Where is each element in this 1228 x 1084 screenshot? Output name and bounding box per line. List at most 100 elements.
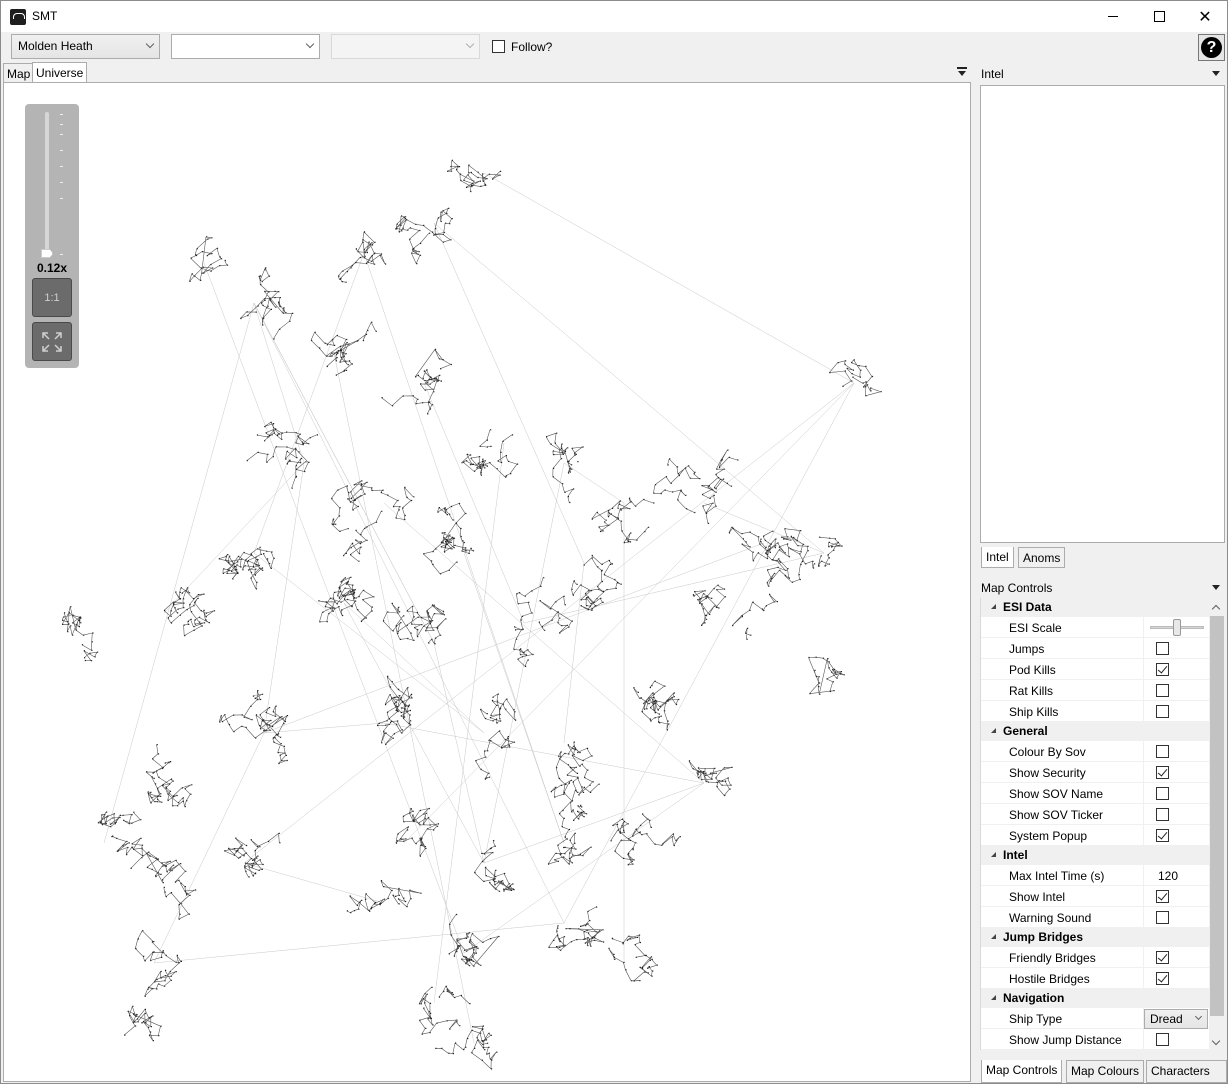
property-row: Colour By Sov <box>981 741 1209 762</box>
property-label: Rat Kills <box>1009 684 1054 698</box>
group-intel[interactable]: Intel <box>981 846 1209 865</box>
group-title: Intel <box>1003 848 1028 862</box>
property-grid-scrollbar[interactable] <box>1209 598 1225 1050</box>
app-window: SMT ✕ Molden Heath Follow? ? Map Univers… <box>0 0 1228 1084</box>
show-jump-distance-checkbox[interactable] <box>1156 1033 1169 1046</box>
universe-map-graph[interactable] <box>4 83 971 1082</box>
property-row: Ship Type Dread <box>981 1008 1209 1029</box>
minimize-button[interactable] <box>1090 1 1136 32</box>
hostile-bridges-checkbox[interactable] <box>1156 972 1169 985</box>
ship-type-select[interactable]: Dread <box>1144 1009 1208 1029</box>
constellation-select[interactable] <box>171 34 320 59</box>
intel-panel-header[interactable]: Intel <box>979 63 1226 85</box>
collapse-triangle-icon[interactable] <box>991 852 996 857</box>
group-title: Navigation <box>1003 991 1065 1005</box>
scroll-down-icon[interactable] <box>1211 1036 1221 1046</box>
zoom-slider-thumb[interactable] <box>41 249 53 258</box>
system-popup-checkbox[interactable] <box>1156 829 1169 842</box>
max-intel-time-input[interactable]: 120 <box>1158 869 1178 883</box>
chevron-down-icon <box>305 39 315 49</box>
universe-map[interactable] <box>3 82 971 1082</box>
system-links <box>61 160 881 1070</box>
group-navigation[interactable]: Navigation <box>981 989 1209 1008</box>
ship-type-value: Dread <box>1150 1012 1183 1026</box>
property-row: Max Intel Time (s) 120 <box>981 865 1209 886</box>
ship-kills-checkbox[interactable] <box>1156 705 1169 718</box>
close-button[interactable]: ✕ <box>1182 1 1228 32</box>
map-controls-header[interactable]: Map Controls <box>979 577 1226 599</box>
region-links <box>103 172 855 1044</box>
esi-scale-slider-thumb[interactable] <box>1173 619 1181 636</box>
maximize-button[interactable] <box>1136 1 1182 32</box>
zoom-one-to-one-button[interactable]: 1:1 <box>32 278 72 317</box>
show-intel-checkbox[interactable] <box>1156 890 1169 903</box>
collapse-triangle-icon[interactable] <box>991 995 996 1000</box>
property-row: ESI Scale <box>981 617 1209 638</box>
zoom-panel: 0.12x 1:1 <box>25 104 79 368</box>
tab-map[interactable]: Map <box>3 63 35 83</box>
group-jump-bridges[interactable]: Jump Bridges <box>981 928 1209 947</box>
property-row: Jumps <box>981 638 1209 659</box>
property-label: ESI Scale <box>1009 621 1062 635</box>
panel-splitter[interactable] <box>972 62 979 1083</box>
property-row: Show SOV Name <box>981 783 1209 804</box>
tab-universe[interactable]: Universe <box>32 62 88 83</box>
property-label: Max Intel Time (s) <box>1009 869 1105 883</box>
collapse-triangle-icon[interactable] <box>991 604 996 609</box>
map-controls-title: Map Controls <box>981 581 1053 595</box>
chevron-down-icon <box>145 39 155 49</box>
zoom-fit-button[interactable] <box>32 322 72 361</box>
property-label: Hostile Bridges <box>1009 972 1090 986</box>
toolbar: Molden Heath Follow? ? <box>1 32 1227 62</box>
jumps-checkbox[interactable] <box>1156 642 1169 655</box>
property-row: Friendly Bridges <box>981 947 1209 968</box>
property-grid-hscroll[interactable] <box>980 1050 1209 1058</box>
group-esi-data[interactable]: ESI Data <box>981 598 1209 617</box>
chevron-down-icon <box>1194 1012 1203 1021</box>
collapse-triangle-icon[interactable] <box>991 934 996 939</box>
tab-characters[interactable]: Characters <box>1146 1060 1227 1083</box>
scroll-up-icon[interactable] <box>1211 604 1221 614</box>
zoom-slider[interactable] <box>45 112 49 254</box>
intel-list[interactable] <box>980 85 1225 543</box>
property-row: Show Security <box>981 762 1209 783</box>
app-logo-icon <box>10 9 26 25</box>
system-nodes[interactable] <box>62 159 882 1070</box>
region-select-value: Molden Heath <box>18 39 93 53</box>
property-label: Jumps <box>1009 642 1045 656</box>
tab-map-controls[interactable]: Map Controls <box>981 1060 1063 1083</box>
property-row: Show SOV Ticker <box>981 804 1209 825</box>
scrollbar-thumb[interactable] <box>1210 616 1224 1016</box>
property-row: Rat Kills <box>981 680 1209 701</box>
pod-kills-checkbox[interactable] <box>1156 663 1169 676</box>
map-connections <box>61 159 882 1070</box>
title-bar: SMT ✕ <box>1 1 1227 32</box>
pane-menu-icon[interactable] <box>957 67 967 77</box>
show-sov-name-checkbox[interactable] <box>1156 787 1169 800</box>
property-row: Ship Kills <box>981 701 1209 722</box>
property-label: Show Intel <box>1009 890 1066 904</box>
property-row: System Popup <box>981 825 1209 846</box>
show-sov-ticker-checkbox[interactable] <box>1156 808 1169 821</box>
tab-anoms[interactable]: Anoms <box>1018 547 1066 568</box>
chevron-down-icon <box>1212 71 1220 76</box>
friendly-bridges-checkbox[interactable] <box>1156 951 1169 964</box>
help-button[interactable]: ? <box>1198 34 1225 61</box>
tab-map-colours[interactable]: Map Colours <box>1066 1060 1145 1083</box>
rat-kills-checkbox[interactable] <box>1156 684 1169 697</box>
follow-checkbox[interactable] <box>492 40 505 53</box>
warning-sound-checkbox[interactable] <box>1156 911 1169 924</box>
show-security-checkbox[interactable] <box>1156 766 1169 779</box>
group-general[interactable]: General <box>981 722 1209 741</box>
group-title: General <box>1003 724 1048 738</box>
property-label: Pod Kills <box>1009 663 1056 677</box>
property-row: Hostile Bridges <box>981 968 1209 989</box>
region-select[interactable]: Molden Heath <box>11 34 160 59</box>
zoom-level-label: 0.12x <box>36 261 68 275</box>
collapse-triangle-icon[interactable] <box>991 728 996 733</box>
system-select[interactable] <box>331 34 480 59</box>
property-label: Ship Type <box>1009 1012 1063 1026</box>
colour-by-sov-checkbox[interactable] <box>1156 745 1169 758</box>
property-row: Show Intel <box>981 886 1209 907</box>
tab-intel[interactable]: Intel <box>981 547 1014 568</box>
